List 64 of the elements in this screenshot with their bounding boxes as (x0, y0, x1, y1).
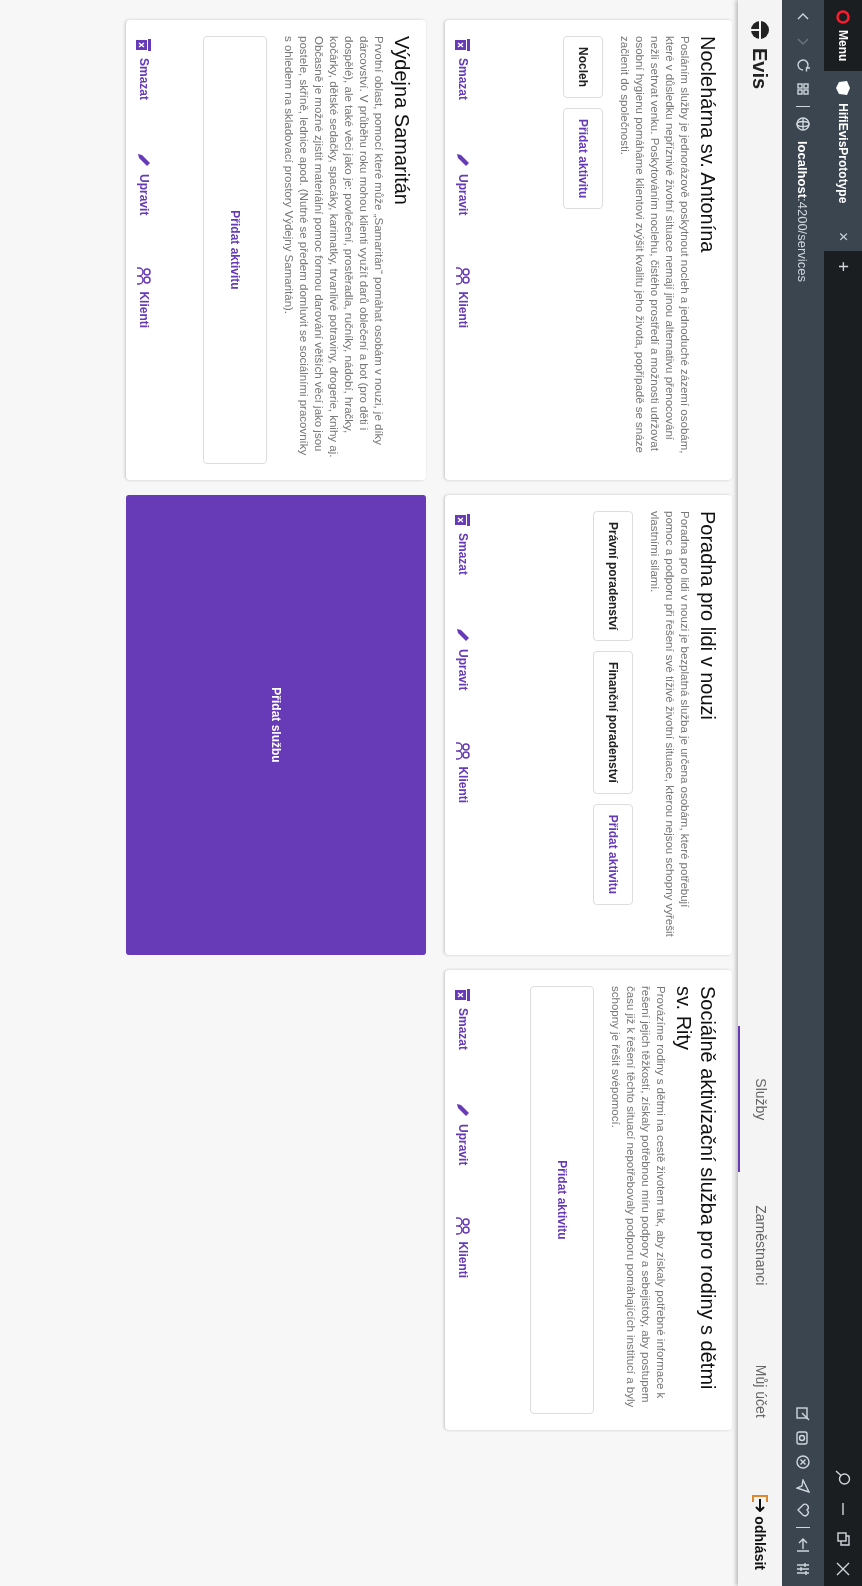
reload-icon[interactable] (796, 58, 810, 72)
add-service-button[interactable]: Přidat službu (126, 495, 426, 955)
app-logo[interactable]: Evis (748, 48, 772, 90)
trash-icon (455, 988, 471, 1002)
close-tab-button[interactable]: × (834, 232, 852, 242)
service-title: Noclehárna sv. Antonína (696, 36, 720, 255)
delete-link[interactable]: Smazat (455, 513, 471, 576)
add-activity-button[interactable]: Přidat aktivitu (593, 803, 633, 906)
grid-icon[interactable] (796, 82, 810, 96)
clients-link[interactable]: Klienti (136, 267, 152, 329)
image-edit-icon[interactable] (796, 1407, 810, 1421)
add-activity-button[interactable]: Přidat aktivitu (530, 986, 594, 1414)
trash-icon (136, 38, 152, 52)
pencil-icon (455, 1102, 471, 1119)
pencil-icon (136, 152, 152, 169)
browser-tab[interactable]: HifiEvisPrototype × (824, 71, 862, 252)
trash-icon (455, 513, 471, 527)
service-description: Poradna pro lidi v nouzi je bezplatná služba je určena osobám, které potřebují pomoc a podporu při řešení své tíživé životní situace, kterou nejsou schopny vyřešit vlastními silami. (648, 511, 692, 939)
service-title: Výdejna Samaritán (390, 36, 414, 207)
add-activity-button[interactable]: Přidat aktivitu (563, 108, 603, 210)
activity-button[interactable]: Nocleh (563, 36, 603, 98)
search-icon[interactable] (835, 1470, 851, 1486)
add-activity-button[interactable]: Přidat aktivitu (203, 36, 267, 464)
delete-link[interactable]: Smazat (455, 988, 471, 1051)
browser-logo-icon (836, 10, 850, 24)
clients-link[interactable]: Klienti (455, 742, 471, 804)
new-tab-button[interactable]: + (824, 251, 862, 282)
nav-tab[interactable]: Můj účet (738, 1318, 782, 1465)
nav-tab[interactable]: Služby (738, 1026, 782, 1173)
people-icon (455, 267, 471, 286)
pencil-icon (455, 627, 471, 644)
people-icon (455, 1217, 471, 1236)
sliders-icon[interactable] (796, 1562, 810, 1576)
clients-link[interactable]: Klienti (455, 1217, 471, 1279)
nav-tab[interactable]: Zaměstnanci (738, 1172, 782, 1319)
service-description: Provázíme rodiny s dětmi na cestě životem tak, aby získaly potřebné informace k řešení jejich těžkostí, získaly potřebnou míru podpory a sebejistoty, aby postupem času již k řešení těchto situací nepotřebovaly podporu pomáhajících institucí a byly schopny je řešit svépomocí. (609, 986, 668, 1410)
clients-link[interactable]: Klienti (455, 267, 471, 329)
service-title: Sociálně aktivizační služba pro rodiny s dětmi sv. Rity (672, 986, 720, 1392)
logo-icon (750, 20, 770, 40)
service-description: Prvotní oblast, pomocí které může „Samaritán“ pomáhat osobám v nouzi, je díky dárcovství. V průběhu roku mohou klienti využít darů oblečení a bot (pro děti i dospělé), ale také věci jako je: povlečení, prostěradla, ručníky, nádobí, hračky, kočárky, dětské sedačky, spacáky, karimatky, trvanlivé potraviny, drogerie, knihy aj. Občasně je možné zjistit materiální pomoc formou darování větších věcí jako jsou postele, skříně, lednice apod. (Nutné se předem domluvit se sociálními pracovníky s ohledem na skladovací prostory Výdejny Samaritán). (282, 36, 386, 460)
activity-button[interactable]: Finanční poradenství (593, 651, 633, 794)
edit-link[interactable]: Upravit (455, 1102, 471, 1166)
edit-link[interactable]: Upravit (455, 627, 471, 691)
restore-icon[interactable] (836, 1532, 850, 1546)
people-icon (136, 267, 152, 286)
camera-icon[interactable] (796, 1431, 810, 1445)
delete-link[interactable]: Smazat (136, 38, 152, 101)
delete-link[interactable]: Smazat (455, 38, 471, 101)
send-icon[interactable] (796, 1479, 810, 1493)
logout-link[interactable]: odhlásit (738, 1464, 782, 1586)
edit-link[interactable]: Upravit (136, 152, 152, 216)
activity-button[interactable]: Právní poradenství (593, 511, 633, 642)
pencil-icon (455, 152, 471, 169)
service-title: Poradna pro lidi v nouzi (696, 511, 720, 722)
address-field[interactable]: localhost:4200/services (795, 141, 811, 282)
edit-link[interactable]: Upravit (455, 152, 471, 216)
trash-icon (455, 38, 471, 52)
heart-icon[interactable] (796, 1503, 810, 1517)
people-icon (455, 742, 471, 761)
service-description: Posláním služby je jednorázově poskytnout nocleh a jednoduché zázemí osobám, které v důsledku nepříznivé životní situace nemají jinou alternativu přenocování nežli setrvat venku. Poskytováním noclehu, čistého prostředí a možnosti udržovat osobní hygienu pomáháme klientovi zvýšit kvalitu jeho života, popřípadě se snáze začlenit do společnosti. (618, 36, 692, 456)
logout-icon (751, 1494, 769, 1513)
block-icon[interactable] (796, 1455, 810, 1469)
close-icon[interactable] (836, 1562, 850, 1576)
globe-icon (796, 117, 810, 131)
